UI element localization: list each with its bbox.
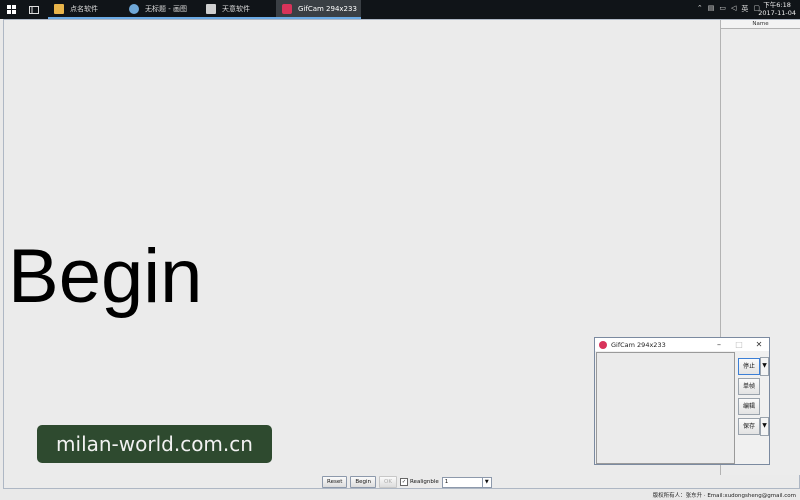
gifcam-title: GifCam 294x233: [611, 340, 666, 349]
task-view-icon: [29, 5, 39, 14]
reset-button[interactable]: Reset: [322, 476, 348, 488]
taskbar-app-label: GifCam 294x233: [298, 4, 357, 13]
count-combobox[interactable]: 1 ▼: [441, 476, 492, 488]
footer-credit: 版权所有人：张东升 · Email:xudongsheng@gmail.com: [652, 493, 796, 499]
begin-button[interactable]: Begin: [350, 476, 377, 488]
taskbar-app-paint[interactable]: 无标题 - 画图: [123, 0, 200, 19]
ok-button[interactable]: OK: [379, 476, 397, 488]
taskbar-app-tianyi[interactable]: 天意软件: [200, 0, 276, 19]
gifcam-titlebar[interactable]: GifCam 294x233 – □ ✕: [595, 338, 769, 351]
combobox-value: 1: [444, 478, 449, 485]
taskbar-app-label: 天意软件: [222, 4, 250, 13]
checkbox-box[interactable]: ✓: [399, 478, 408, 486]
task-view-button[interactable]: [22, 0, 46, 19]
taskbar-app-label: 点名软件: [70, 4, 98, 13]
control-bar: Reset Begin OK ✓ Realignble 1 ▼: [322, 476, 492, 488]
taskbar-app-roll-call[interactable]: 点名软件: [48, 0, 123, 19]
taskbar-app-label: 无标题 - 画图: [145, 4, 187, 13]
gifcam-window: GifCam 294x233 – □ ✕ 停止 ▼ 单帧 编辑 保存 ▼: [594, 337, 770, 465]
volume-icon[interactable]: ◁: [731, 4, 736, 14]
start-button[interactable]: [0, 0, 22, 19]
taskbar-clock[interactable]: 下午6:18 2017-11-04: [758, 1, 796, 17]
windows-logo-icon: [6, 5, 16, 14]
gifcam-logo-icon: [599, 340, 607, 349]
network-icon[interactable]: ▤: [708, 4, 715, 14]
realign-checkbox[interactable]: ✓ Realignble: [399, 478, 439, 486]
taskbar-app-gifcam[interactable]: GifCam 294x233: [276, 0, 361, 19]
chevron-up-icon[interactable]: ⌃: [697, 4, 703, 14]
paint-icon: [129, 3, 139, 14]
chevron-down-icon[interactable]: ▼: [481, 477, 491, 487]
system-tray: ⌃ ▤ ▭ ◁ 英 ▢: [697, 4, 760, 14]
watermark-badge: milan-world.com.cn: [37, 425, 272, 463]
app-window-icon: [206, 3, 216, 14]
save-dropdown-icon[interactable]: ▼: [760, 417, 769, 436]
save-button[interactable]: 保存: [738, 418, 760, 435]
begin-display-text: Begin: [8, 234, 203, 319]
gifcam-icon: [282, 3, 292, 14]
clock-date: 2017-11-04: [758, 9, 796, 17]
gifcam-capture-frame[interactable]: [596, 352, 735, 464]
edit-button[interactable]: 编辑: [738, 398, 760, 415]
clock-time: 下午6:18: [763, 1, 791, 9]
name-column-header[interactable]: Name: [721, 20, 800, 29]
taskbar: 点名软件 无标题 - 画图 天意软件 GifCam 294x233 ⌃ ▤ ▭ …: [0, 0, 800, 19]
folder-icon: [54, 3, 64, 14]
battery-icon[interactable]: ▭: [719, 4, 726, 14]
close-icon[interactable]: ✕: [749, 340, 769, 349]
maximize-icon[interactable]: □: [729, 340, 749, 349]
checkbox-label: Realignble: [409, 479, 439, 485]
single-frame-button[interactable]: 单帧: [738, 378, 760, 395]
stop-button[interactable]: 停止: [738, 358, 760, 375]
ime-icon[interactable]: 英: [741, 4, 748, 14]
minimize-icon[interactable]: –: [709, 340, 729, 349]
stop-dropdown-icon[interactable]: ▼: [760, 357, 769, 376]
